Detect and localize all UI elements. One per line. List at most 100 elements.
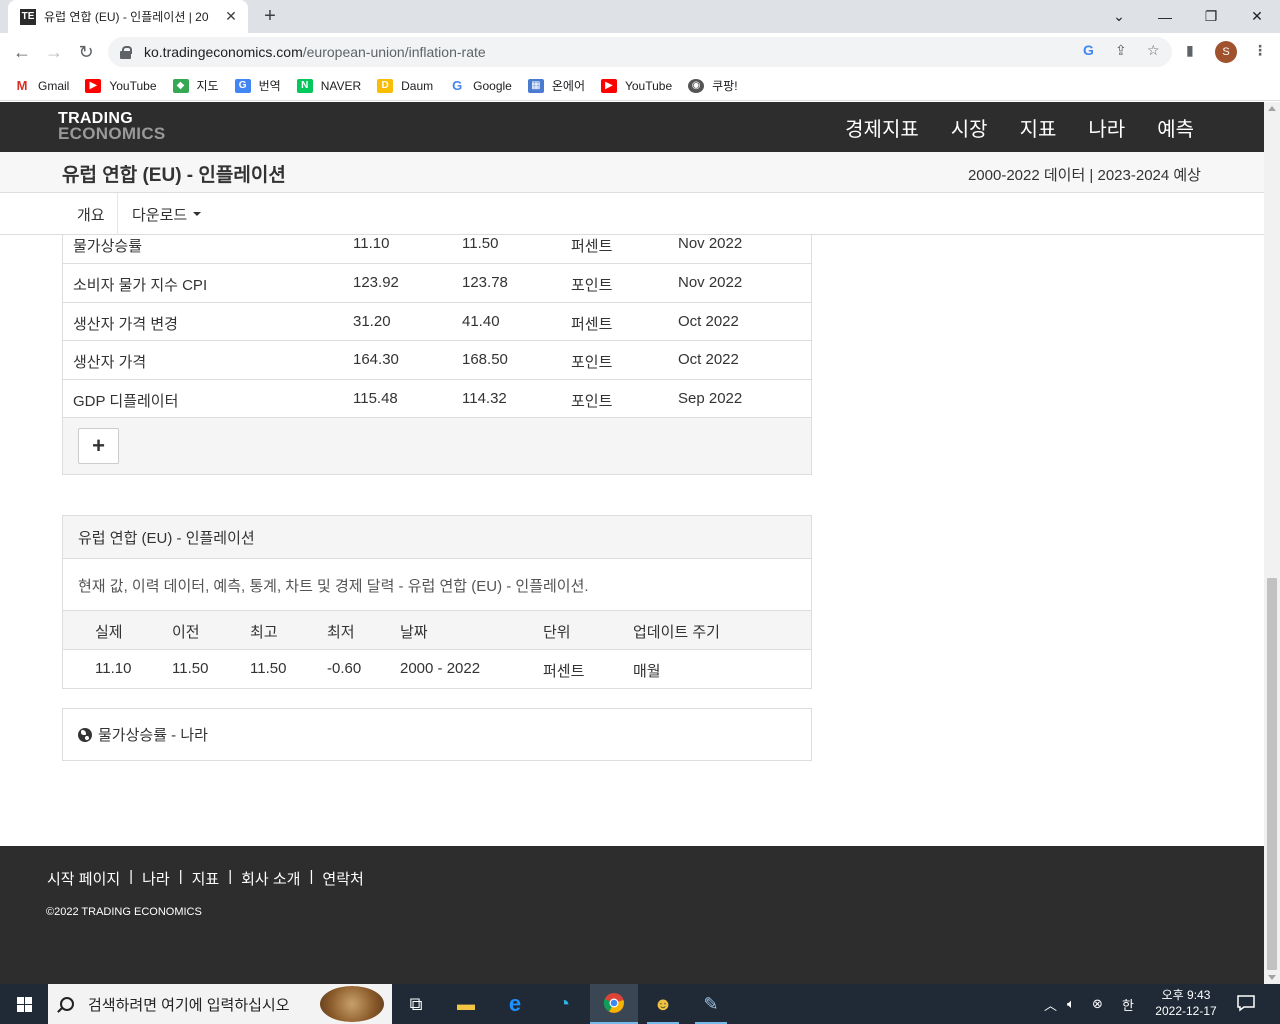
summary-description: 현재 값, 이력 데이터, 예측, 통계, 차트 및 경제 달력 - 유럽 연합… (63, 559, 811, 611)
task-view-icon[interactable]: ⧉ (392, 984, 440, 1024)
google-translate-icon[interactable]: G (1083, 42, 1094, 58)
volume-icon[interactable]: 🔈︎ (1067, 984, 1075, 1024)
footer-link-about[interactable]: 회사 소개 (241, 868, 300, 889)
profile-avatar[interactable]: S (1215, 41, 1237, 63)
table-footer: + (63, 418, 811, 474)
browser-toolbar: ← → ↻ ko.tradingeconomics.com/european-u… (0, 33, 1280, 71)
ime-indicator[interactable]: 한 (1122, 984, 1134, 1024)
bookmark-maps[interactable]: ◆ 지도 (172, 77, 219, 94)
bookmark-google[interactable]: G Google (449, 78, 512, 93)
nav-countries[interactable]: 나라 (1088, 113, 1125, 142)
tab-strip: TE 유럽 연합 (EU) - 인플레이션 | 20 ✕ + ⌄ — ❐ ✕ (0, 0, 1280, 33)
nav-forecasts[interactable]: 예측 (1157, 113, 1194, 142)
tradingeconomics-favicon-icon: TE (20, 8, 36, 25)
restore-icon[interactable]: ❐ (1188, 0, 1234, 33)
tab-search-icon[interactable]: ⌄ (1096, 0, 1142, 33)
caret-down-icon (193, 212, 202, 216)
minimize-icon[interactable]: — (1142, 0, 1188, 33)
globe-icon (78, 727, 92, 742)
bookmark-youtube-2[interactable]: ▶ YouTube (600, 78, 672, 93)
bookmark-gmail[interactable]: M Gmail (14, 78, 69, 93)
related-indicators-table: 물가상승률 11.10 11.50 퍼센트 Nov 2022 소비자 물가 지수… (62, 235, 812, 475)
app-owl-icon[interactable]: ☻ (639, 984, 687, 1024)
browser-tab[interactable]: TE 유럽 연합 (EU) - 인플레이션 | 20 ✕ (8, 0, 248, 33)
reload-icon[interactable]: ↻ (73, 39, 99, 65)
globe-icon: ◉ (688, 78, 705, 93)
chrome-icon[interactable] (590, 984, 638, 1024)
show-hidden-icons[interactable]: ︿ (1044, 984, 1057, 1024)
start-button[interactable] (0, 984, 48, 1024)
new-tab-icon[interactable]: + (258, 5, 282, 29)
chrome-menu-icon[interactable]: ⋮ (1253, 42, 1267, 59)
summary-panel: 유럽 연합 (EU) - 인플레이션 현재 값, 이력 데이터, 예측, 통계,… (62, 515, 812, 689)
side-panel-icon[interactable]: ▮ (1186, 42, 1194, 59)
bookmark-onair[interactable]: ▦ 온에어 (527, 77, 585, 94)
taskbar-search-placeholder: 검색하려면 여기에 입력하십시오 (88, 996, 290, 1014)
search-icon (60, 997, 74, 1011)
bookmarks-bar: M Gmail ▶ YouTube ◆ 지도 G 번역 N NAVER D Daum G Go… (0, 71, 1280, 101)
close-tab-icon[interactable]: ✕ (222, 8, 240, 25)
summary-table-header: 실제 이전 최고 최저 날짜 단위 업데이트 주기 (63, 611, 811, 650)
paint-icon[interactable]: ✎ (687, 984, 735, 1024)
copyright: ©2022 TRADING ECONOMICS (46, 906, 202, 918)
notification-icon[interactable] (1236, 994, 1256, 1012)
gmail-icon: M (14, 78, 30, 93)
search-highlight-image (320, 986, 384, 1022)
page-scrollbar[interactable] (1264, 102, 1280, 984)
taskbar-search[interactable]: 검색하려면 여기에 입력하십시오 (48, 984, 392, 1024)
scroll-down-icon[interactable] (1268, 975, 1276, 980)
tab-overview[interactable]: 개요 (77, 193, 105, 235)
footer-link-countries[interactable]: 나라 (142, 868, 170, 889)
table-row[interactable]: 소비자 물가 지수 CPI 123.92 123.78 포인트 Nov 2022 (63, 264, 811, 303)
table-row[interactable]: GDP 디플레이터 115.48 114.32 포인트 Sep 2022 (63, 380, 811, 418)
translate-icon: G (234, 78, 251, 93)
internet-explorer-icon[interactable]: e (491, 984, 539, 1024)
data-range: 2000-2022 데이터 | 2023-2024 예상 (967, 167, 1201, 184)
chrome-logo-icon (603, 993, 624, 1013)
countries-link[interactable]: 물가상승률 - 나라 (98, 724, 208, 745)
share-icon[interactable]: ⇪ (1115, 42, 1127, 59)
countries-link-panel[interactable]: 물가상승률 - 나라 (62, 708, 812, 761)
footer-link-home[interactable]: 시작 페이지 (47, 868, 120, 889)
file-explorer-icon[interactable]: ▬ (442, 984, 490, 1024)
nav-indicators[interactable]: 경제지표 (845, 113, 919, 142)
footer-link-indicators[interactable]: 지표 (192, 868, 220, 889)
network-disconnected-icon[interactable]: ⊗ (1092, 984, 1103, 1024)
onair-icon: ▦ (527, 78, 544, 93)
footer-link-contact[interactable]: 연락처 (322, 868, 363, 889)
bookmark-star-icon[interactable]: ☆ (1147, 42, 1160, 59)
edge-icon[interactable]: ◔ (540, 984, 588, 1024)
table-row[interactable]: 생산자 가격 164.30 168.50 포인트 Oct 2022 (63, 341, 811, 380)
clock[interactable]: 오후 9:43 2022-12-17 (1146, 987, 1226, 1019)
divider (117, 193, 118, 235)
back-icon[interactable]: ← (9, 39, 35, 65)
table-row[interactable]: 물가상승률 11.10 11.50 퍼센트 Nov 2022 (63, 235, 811, 264)
daum-icon: D (377, 78, 394, 93)
lock-icon (120, 46, 132, 59)
bookmark-daum[interactable]: D Daum (377, 78, 433, 93)
separator: | (228, 868, 233, 885)
youtube-icon: ▶ (600, 78, 617, 93)
forward-icon[interactable]: → (41, 39, 67, 65)
nav-indicators-2[interactable]: 지표 (1020, 113, 1057, 142)
table-row[interactable]: 생산자 가격 변경 31.20 41.40 퍼센트 Oct 2022 (63, 303, 811, 341)
bookmark-coupang[interactable]: ◉ 쿠팡! (688, 77, 738, 94)
clock-time: 오후 9:43 (1161, 988, 1211, 1002)
separator: | (178, 868, 183, 885)
address-bar[interactable]: ko.tradingeconomics.com/european-union/i… (108, 37, 1172, 67)
scrollbar-thumb[interactable] (1267, 578, 1277, 970)
summary-table-row: 11.10 11.50 11.50 -0.60 2000 - 2022 퍼센트 … (95, 660, 661, 680)
more-indicators-button[interactable]: + (78, 428, 119, 464)
site-footer: 시작 페이지 | 나라 | 지표 | 회사 소개 | 연락처 ©2022 TRADING… (0, 846, 1264, 984)
url-host: ko.tradingeconomics.com (144, 44, 303, 60)
nav-markets[interactable]: 시장 (951, 113, 988, 142)
page-title: 유럽 연합 (EU) - 인플레이션 (62, 165, 286, 186)
bookmark-naver[interactable]: N NAVER (296, 78, 361, 93)
close-window-icon[interactable]: ✕ (1234, 0, 1280, 33)
download-dropdown[interactable]: 다운로드 (132, 193, 202, 235)
separator: | (309, 868, 314, 885)
bookmark-youtube[interactable]: ▶ YouTube (85, 78, 157, 93)
scroll-up-icon[interactable] (1268, 106, 1276, 111)
bookmark-translate[interactable]: G 번역 (234, 77, 281, 94)
trading-economics-logo[interactable]: TRADING ECONOMICS (58, 111, 166, 143)
